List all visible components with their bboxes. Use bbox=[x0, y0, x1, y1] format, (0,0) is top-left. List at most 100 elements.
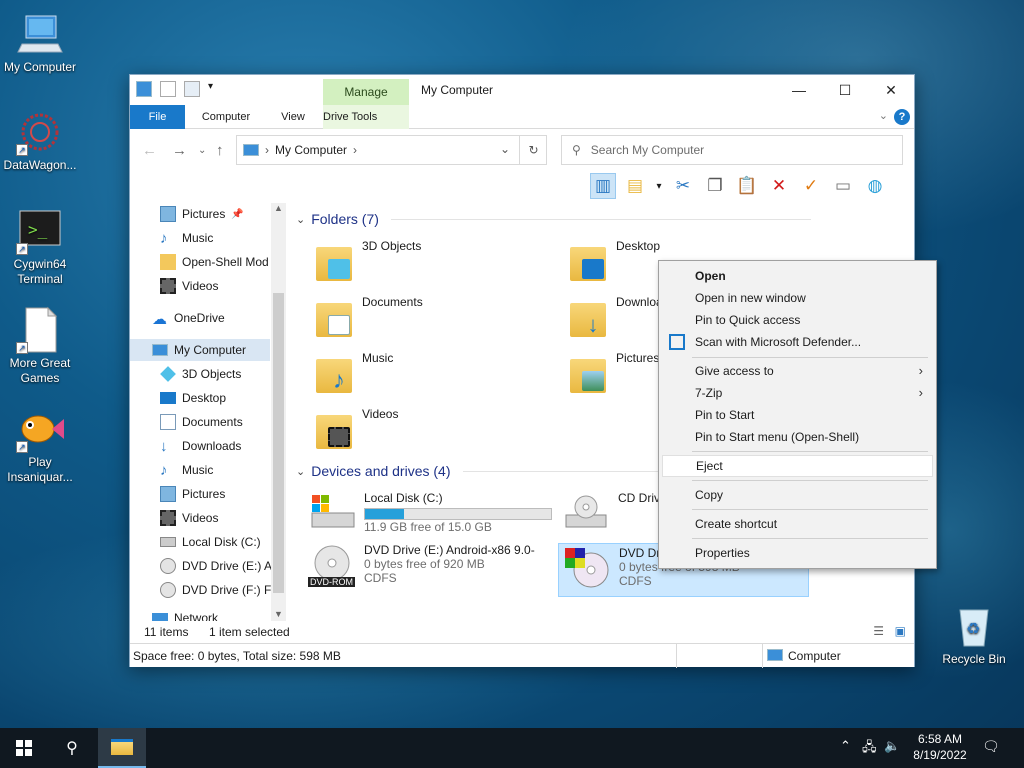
taskbar-file-explorer[interactable] bbox=[98, 728, 146, 768]
large-icons-view-icon[interactable]: ▣ bbox=[895, 624, 906, 638]
desktop-icon-datawagon[interactable]: ↗ DataWagon... bbox=[0, 108, 80, 173]
notification-icon[interactable]: 🗨 bbox=[982, 738, 1000, 755]
check-icon[interactable]: ✓ bbox=[798, 173, 824, 199]
drive-dvd-e[interactable]: DVD-ROM DVD Drive (E:) Android-x86 9.0- … bbox=[308, 543, 535, 587]
desktop-icon-my-computer[interactable]: My Computer bbox=[0, 10, 80, 75]
recent-chevron-icon[interactable]: ⌄ bbox=[198, 145, 206, 156]
new-folder-icon[interactable] bbox=[184, 81, 200, 97]
folder-3d-objects[interactable]: 3D Objects bbox=[314, 239, 421, 283]
nav-item-3d-objects[interactable]: 3D Objects bbox=[160, 363, 241, 385]
forward-icon[interactable]: → bbox=[172, 142, 187, 159]
folder-documents[interactable]: Documents bbox=[314, 295, 423, 339]
nav-item-my-computer[interactable]: My Computer bbox=[130, 339, 270, 361]
drive-local-disk-c[interactable]: Local Disk (C:) 11.9 GB free of 15.0 GB bbox=[308, 491, 552, 535]
computer-icon bbox=[16, 10, 64, 58]
taskbar: ⚲ ⌃ 🖧 🔈 6:58 AM 8/19/2022 🗨 bbox=[0, 728, 1024, 768]
selected-count: 1 item selected bbox=[209, 625, 290, 639]
drive-cd[interactable]: CD Drive bbox=[562, 491, 667, 535]
folder-music[interactable]: ♪ Music bbox=[314, 351, 393, 395]
scroll-down-icon[interactable]: ▼ bbox=[271, 609, 286, 619]
pin-icon[interactable]: 📌 bbox=[231, 209, 243, 220]
tab-drive-tools[interactable]: Drive Tools bbox=[323, 105, 409, 129]
minimize-button[interactable]: — bbox=[776, 75, 822, 105]
folder-icon bbox=[160, 254, 176, 270]
help-icon[interactable]: ? bbox=[894, 109, 910, 125]
nav-item-dvd-f[interactable]: DVD Drive (F:) Fr bbox=[160, 579, 275, 601]
up-icon[interactable]: ↑ bbox=[216, 142, 224, 159]
properties-icon[interactable] bbox=[160, 81, 176, 97]
network-icon[interactable]: 🖧 bbox=[862, 738, 877, 760]
chevron-down-icon: ⌄ bbox=[296, 213, 306, 226]
breadcrumb[interactable]: My Computer bbox=[275, 143, 347, 157]
rename-icon[interactable]: ▭ bbox=[830, 173, 856, 199]
nav-item-dvd-e[interactable]: DVD Drive (E:) Ar bbox=[160, 555, 276, 577]
start-button[interactable] bbox=[0, 728, 48, 768]
nav-item-label: Music bbox=[182, 231, 214, 245]
folder-pictures[interactable]: Pictures bbox=[568, 351, 659, 395]
chevron-down-icon[interactable]: ⌄ bbox=[879, 109, 888, 122]
globe-icon[interactable]: ◍ bbox=[862, 173, 888, 199]
clock-time: 6:58 AM bbox=[917, 732, 963, 746]
chevron-down-icon[interactable]: ▾ bbox=[208, 81, 218, 97]
desktop-icon-recycle-bin[interactable]: ♻ Recycle Bin bbox=[934, 602, 1014, 667]
system-clock[interactable]: 6:58 AM 8/19/2022 bbox=[908, 731, 972, 763]
cut-icon[interactable]: ✂ bbox=[670, 173, 696, 199]
nav-item-network[interactable]: Network bbox=[152, 607, 218, 621]
tab-view[interactable]: View bbox=[270, 105, 316, 129]
tab-computer[interactable]: Computer bbox=[193, 105, 259, 129]
nav-item-downloads[interactable]: ↓ Downloads bbox=[160, 435, 241, 457]
folder-videos[interactable]: Videos bbox=[314, 407, 398, 451]
menu-separator bbox=[692, 509, 928, 510]
paste-icon[interactable]: 📋 bbox=[734, 173, 760, 199]
maximize-button[interactable]: ☐ bbox=[822, 75, 868, 105]
tab-file[interactable]: File bbox=[130, 105, 185, 129]
menu-item-properties[interactable]: Properties bbox=[662, 542, 933, 564]
copy-icon[interactable]: ❐ bbox=[702, 173, 728, 199]
volume-icon[interactable]: 🔈 bbox=[884, 738, 900, 754]
chevron-down-icon[interactable]: ▾ bbox=[654, 173, 664, 199]
nav-item-local-disk[interactable]: Local Disk (C:) bbox=[160, 531, 261, 553]
desktop-icon-cygwin[interactable]: >_ ↗ Cygwin64 Terminal bbox=[0, 207, 80, 287]
desktop-icon-more-games[interactable]: ↗ More Great Games bbox=[0, 306, 80, 386]
nav-item-music-2[interactable]: ♪ Music bbox=[160, 459, 213, 481]
folders-group-header[interactable]: ⌄ Folders (7) bbox=[296, 211, 811, 227]
menu-item-eject[interactable]: Eject bbox=[662, 455, 933, 477]
menu-item-open-new-window[interactable]: Open in new window bbox=[662, 287, 933, 309]
chevron-down-icon[interactable]: ⌄ bbox=[500, 142, 510, 156]
address-bar[interactable]: › My Computer › ⌄ bbox=[236, 135, 547, 165]
folder-desktop[interactable]: Desktop bbox=[568, 239, 660, 283]
menu-item-copy[interactable]: Copy bbox=[662, 484, 933, 506]
scroll-thumb[interactable] bbox=[273, 293, 284, 593]
nav-item-onedrive[interactable]: ☁ OneDrive bbox=[152, 307, 225, 329]
nav-item-videos[interactable]: Videos bbox=[160, 275, 218, 297]
menu-item-scan-defender[interactable]: Scan with Microsoft Defender... bbox=[662, 331, 933, 353]
chevron-up-icon[interactable]: ⌃ bbox=[840, 738, 851, 754]
nav-item-videos-2[interactable]: Videos bbox=[160, 507, 218, 529]
menu-item-give-access[interactable]: Give access to › bbox=[662, 360, 933, 382]
details-view-icon[interactable]: ☰ bbox=[873, 624, 884, 638]
close-button[interactable]: ✕ bbox=[868, 75, 914, 105]
nav-item-desktop[interactable]: Desktop bbox=[160, 387, 226, 409]
nav-item-open-shell[interactable]: Open-Shell Mod bbox=[160, 251, 269, 273]
delete-icon[interactable]: ✕ bbox=[766, 173, 792, 199]
menu-item-pin-start-open-shell[interactable]: Pin to Start menu (Open-Shell) bbox=[662, 426, 933, 448]
search-input[interactable]: ⚲ Search My Computer bbox=[561, 135, 903, 165]
back-icon[interactable]: ← bbox=[142, 142, 157, 159]
nav-item-pictures[interactable]: Pictures 📌 bbox=[160, 203, 270, 225]
search-button[interactable]: ⚲ bbox=[48, 728, 96, 768]
tab-manage[interactable]: Manage bbox=[323, 79, 409, 105]
nav-item-music[interactable]: ♪ Music bbox=[160, 227, 213, 249]
menu-item-pin-start[interactable]: Pin to Start bbox=[662, 404, 933, 426]
menu-item-open[interactable]: Open bbox=[662, 265, 933, 287]
nav-item-documents[interactable]: Documents bbox=[160, 411, 243, 433]
menu-item-create-shortcut[interactable]: Create shortcut bbox=[662, 513, 933, 535]
nav-item-pictures-2[interactable]: Pictures bbox=[160, 483, 225, 505]
new-folder-icon[interactable]: ▤ bbox=[622, 173, 648, 199]
menu-item-pin-quick-access[interactable]: Pin to Quick access bbox=[662, 309, 933, 331]
refresh-button[interactable]: ↻ bbox=[519, 135, 547, 165]
desktop-icon-insaniquarium[interactable]: ↗ Play Insaniquar... bbox=[0, 405, 80, 485]
nav-scrollbar[interactable]: ▲ ▼ bbox=[271, 203, 286, 621]
scroll-up-icon[interactable]: ▲ bbox=[271, 203, 286, 213]
navigation-pane-icon[interactable]: ▥ bbox=[590, 173, 616, 199]
menu-item-7zip[interactable]: 7-Zip › bbox=[662, 382, 933, 404]
